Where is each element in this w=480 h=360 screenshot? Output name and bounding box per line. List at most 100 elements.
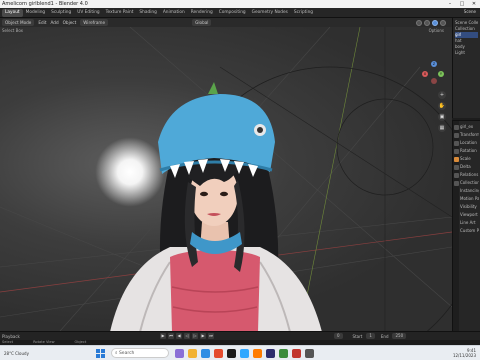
scene-selector[interactable]: Scene xyxy=(464,9,476,14)
viewport-subheader: Select Box Options xyxy=(0,27,452,34)
file-explorer-icon[interactable] xyxy=(188,348,197,358)
edge-browser-icon[interactable] xyxy=(201,348,210,358)
property-row[interactable]: Rotation xyxy=(460,147,479,155)
tab-uv-editing[interactable]: UV Editing xyxy=(74,9,102,17)
start-frame-field[interactable]: 1 xyxy=(366,333,375,339)
rendered-shading-button[interactable] xyxy=(440,19,446,26)
physics-tab-icon[interactable] xyxy=(453,173,459,178)
maximize-button[interactable]: □ xyxy=(456,0,468,8)
start-label: Start xyxy=(352,333,363,339)
property-row[interactable]: Transform xyxy=(460,131,479,139)
properties-tab-strip xyxy=(453,121,459,333)
outliner-row[interactable]: Light xyxy=(455,50,478,56)
property-row[interactable]: Relations xyxy=(460,171,479,179)
blender-icon[interactable] xyxy=(253,348,262,358)
tab-rendering[interactable]: Rendering xyxy=(188,9,216,17)
viewport-header: Object Mode Edit Add Object Wireframe Gl… xyxy=(0,18,452,27)
tab-layout[interactable]: Layout xyxy=(2,8,23,17)
tab-modeling[interactable]: Modeling xyxy=(23,9,49,17)
gizmo-y-axis[interactable]: Y xyxy=(438,71,444,77)
current-frame-field[interactable]: 0 xyxy=(334,333,343,339)
jump-start-icon[interactable]: ⏮ xyxy=(168,333,174,339)
minimize-button[interactable]: – xyxy=(444,0,456,8)
tool-tab-icon[interactable] xyxy=(453,125,459,130)
tab-scripting[interactable]: Scripting xyxy=(291,9,316,17)
tab-texture-paint[interactable]: Texture Paint xyxy=(103,9,137,17)
scene-tab-icon[interactable] xyxy=(453,149,459,154)
orientation-dropdown[interactable]: Global xyxy=(192,19,212,26)
pan-hand-icon[interactable]: ✋ xyxy=(438,102,446,110)
property-row: girl_ex xyxy=(460,124,474,129)
play-icon[interactable]: ▶ xyxy=(160,333,166,339)
window-titlebar: Amelicorn girlblend1 - Blender 4.0 – □ ✕ xyxy=(0,0,480,8)
app-icon[interactable] xyxy=(292,348,301,358)
3d-viewport[interactable]: Z X Y + ✋ ▣ ▦ xyxy=(0,27,452,331)
viewport-nav-tools: + ✋ ▣ ▦ xyxy=(438,91,446,132)
timeline-bar: Playback ▶ ⏮ ◀ ◁ ▷ ▶ ⏭ 0 Start 1 End 250 xyxy=(0,331,480,340)
wireframe-shading-button[interactable] xyxy=(416,19,422,26)
pivot-dropdown[interactable]: Wireframe xyxy=(80,19,109,26)
zoom-icon[interactable]: + xyxy=(438,91,446,99)
app-icon[interactable] xyxy=(279,348,288,358)
windows-start-icon[interactable] xyxy=(96,348,105,358)
perspective-grid-icon[interactable]: ▦ xyxy=(438,124,446,132)
step-back-icon[interactable]: ◀ xyxy=(176,333,182,339)
solid-shading-button[interactable] xyxy=(424,19,430,26)
object-tab-icon[interactable] xyxy=(453,157,459,162)
property-row[interactable]: Viewport Display xyxy=(460,211,479,219)
play-reverse-icon[interactable]: ◁ xyxy=(184,333,190,339)
gizmo-x-axis[interactable]: X xyxy=(422,71,428,77)
app-icon[interactable] xyxy=(227,348,236,358)
material-shading-button[interactable] xyxy=(432,19,438,26)
render-tab-icon[interactable] xyxy=(453,133,459,138)
outliner-panel: Scene Collection Collection girl hat bod… xyxy=(452,18,480,118)
options-dropdown[interactable]: Options xyxy=(429,27,444,34)
property-row[interactable]: Custom Props xyxy=(460,227,479,235)
modifier-tab-icon[interactable] xyxy=(453,165,459,170)
app-icon[interactable] xyxy=(305,348,314,358)
mode-dropdown[interactable]: Object Mode xyxy=(2,19,35,26)
gizmo-neg-x[interactable] xyxy=(431,78,437,84)
navigation-gizmo[interactable]: Z X Y xyxy=(422,61,446,85)
camera-icon[interactable]: ▣ xyxy=(438,113,446,121)
taskbar-search[interactable]: ⌕ Search xyxy=(111,348,169,358)
photoshop-icon[interactable] xyxy=(240,348,249,358)
chrome-browser-icon[interactable] xyxy=(214,348,223,358)
output-tab-icon[interactable] xyxy=(453,141,459,146)
tab-shading[interactable]: Shading xyxy=(136,9,159,17)
character-model[interactable] xyxy=(100,82,330,331)
property-row[interactable]: Collections xyxy=(460,179,479,187)
step-forward-icon[interactable]: ▶ xyxy=(200,333,206,339)
tab-compositing[interactable]: Compositing xyxy=(216,9,249,17)
playback-menu[interactable]: Playback xyxy=(2,334,152,339)
close-button[interactable]: ✕ xyxy=(468,0,480,8)
material-tab-icon[interactable] xyxy=(453,181,459,186)
os-taskbar: 28°C Cloudy ⌕ Search 9:41 12/11/2023 xyxy=(0,345,480,360)
system-tray[interactable]: 9:41 12/11/2023 xyxy=(453,348,476,358)
jump-end-icon[interactable]: ⏭ xyxy=(208,333,214,339)
tab-sculpting[interactable]: Sculpting xyxy=(48,9,74,17)
end-label: End xyxy=(380,333,389,339)
property-row[interactable]: Scale xyxy=(460,155,479,163)
gizmo-z-axis[interactable]: Z xyxy=(431,61,437,67)
property-row[interactable]: Line Art xyxy=(460,219,479,227)
taskbar-apps xyxy=(175,348,314,358)
property-row[interactable]: Visibility xyxy=(460,203,479,211)
play-forward-icon[interactable]: ▷ xyxy=(192,333,198,339)
search-placeholder: Search xyxy=(118,351,135,356)
menu-edit[interactable]: Edit xyxy=(38,20,46,25)
select-box-dropdown[interactable]: Select Box xyxy=(2,28,23,33)
menu-add[interactable]: Add xyxy=(51,20,59,25)
tab-geometry-nodes[interactable]: Geometry Nodes xyxy=(249,9,291,17)
properties-panel: girl_ex Transform Location Rotation Scal… xyxy=(452,120,480,333)
property-row[interactable]: Motion Paths xyxy=(460,195,479,203)
property-row[interactable]: Instancing xyxy=(460,187,479,195)
property-row[interactable]: Delta xyxy=(460,163,479,171)
app-icon[interactable] xyxy=(266,348,275,358)
weather-widget[interactable]: 28°C Cloudy xyxy=(0,351,90,356)
app-icon[interactable] xyxy=(175,348,184,358)
property-row[interactable]: Location xyxy=(460,139,479,147)
tab-animation[interactable]: Animation xyxy=(160,9,188,17)
menu-object[interactable]: Object xyxy=(63,20,77,25)
end-frame-field[interactable]: 250 xyxy=(392,333,407,339)
